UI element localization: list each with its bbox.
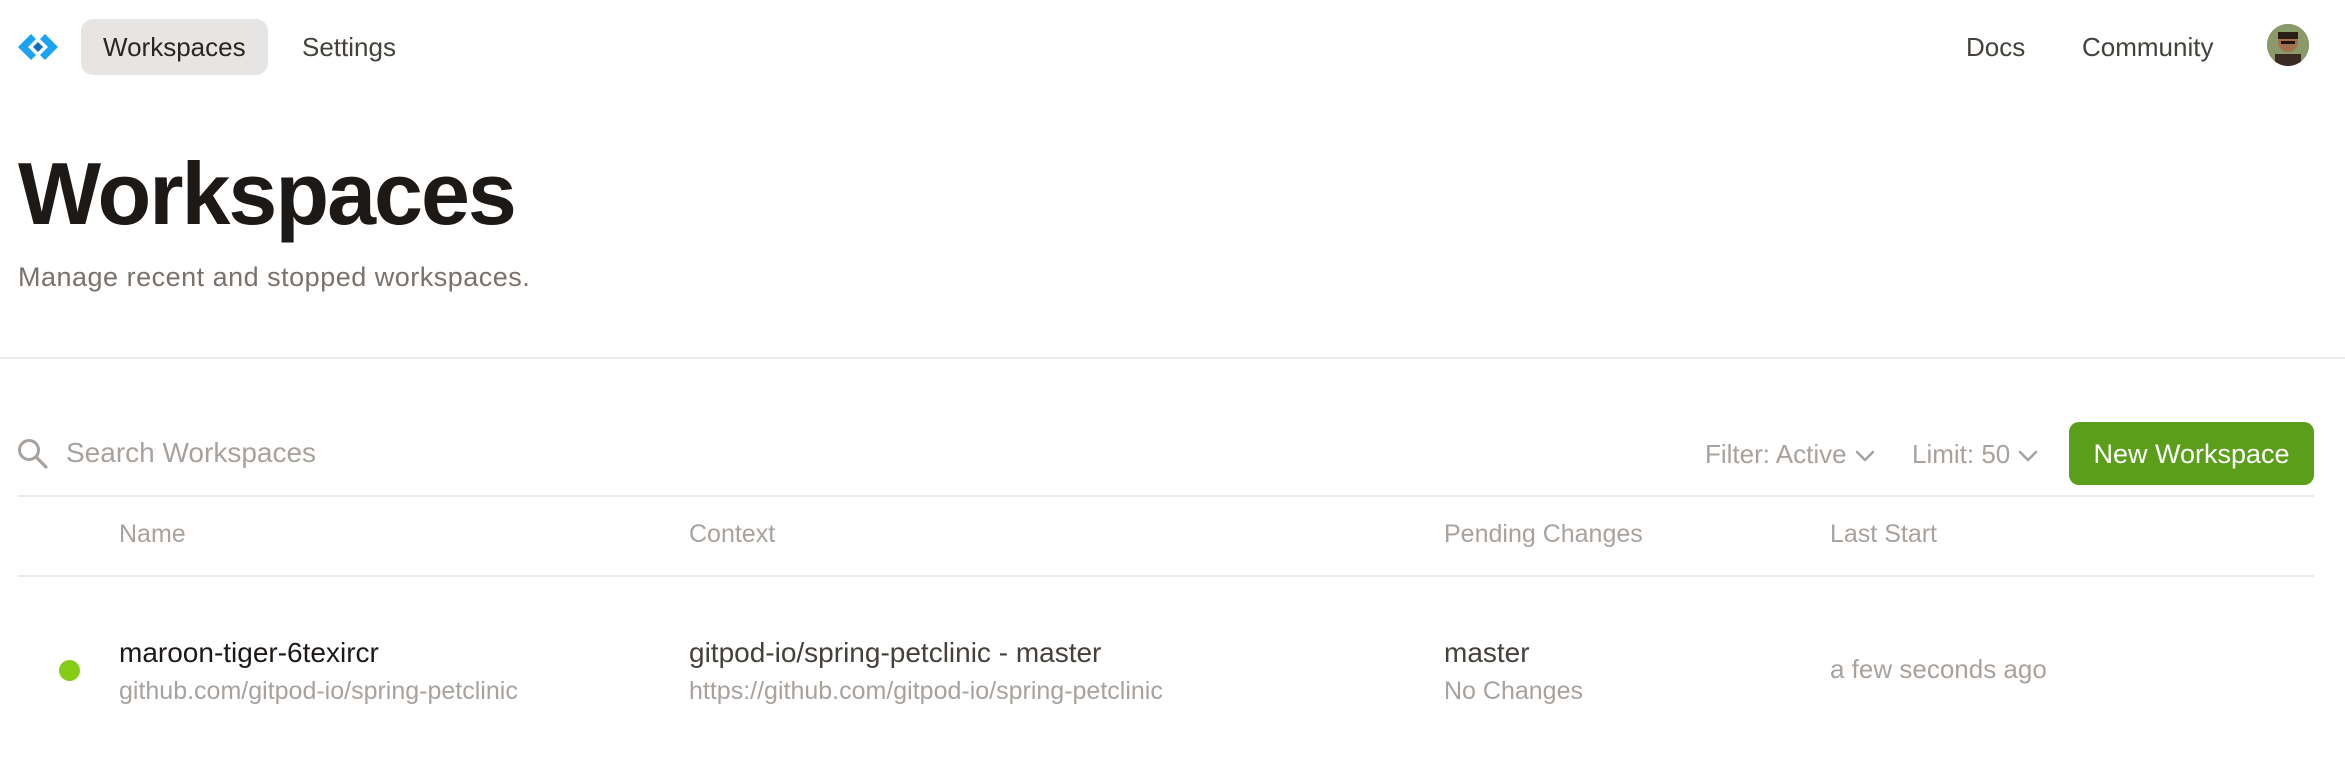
avatar[interactable] (2267, 24, 2309, 66)
page-title: Workspaces (18, 144, 517, 243)
search-input[interactable] (66, 430, 766, 476)
workspace-repo: github.com/gitpod-io/spring-petclinic (119, 677, 518, 705)
nav-workspaces[interactable]: Workspaces (81, 19, 268, 75)
column-header-pending-changes: Pending Changes (1444, 520, 1643, 548)
pending-branch: master (1444, 637, 1530, 668)
column-header-context: Context (689, 520, 776, 548)
page-subtitle: Manage recent and stopped workspaces. (18, 262, 531, 292)
limit-dropdown[interactable]: Limit: 50 (1912, 432, 2038, 476)
limit-label: Limit: 50 (1912, 439, 2011, 469)
last-start: a few seconds ago (1830, 654, 2047, 684)
table-header-rule (18, 575, 2314, 577)
filter-dropdown[interactable]: Filter: Active (1705, 432, 1875, 476)
context-title: gitpod-io/spring-petclinic - master (689, 637, 1102, 668)
workspace-name[interactable]: maroon-tiger-6texircr (119, 637, 379, 669)
chevron-down-icon (1855, 450, 1874, 462)
gitpod-logo-icon[interactable] (18, 31, 58, 63)
context-url[interactable]: https://github.com/gitpod-io/spring-petc… (689, 677, 1163, 706)
new-workspace-button[interactable]: New Workspace (2069, 422, 2314, 485)
pending-changes: No Changes (1444, 677, 1583, 705)
chevron-down-icon (2019, 450, 2038, 462)
nav-community[interactable]: Community (2060, 19, 2235, 75)
table-top-rule (18, 495, 2314, 497)
nav-settings[interactable]: Settings (280, 19, 418, 75)
filter-label: Filter: Active (1705, 439, 1847, 469)
top-navigation: Workspaces Settings Docs Community (0, 0, 2345, 94)
column-header-name: Name (119, 520, 186, 548)
column-header-last-start: Last Start (1830, 520, 1937, 548)
nav-docs[interactable]: Docs (1944, 19, 2047, 75)
status-running-indicator (59, 660, 80, 681)
header-divider (0, 357, 2345, 359)
search-icon (18, 439, 48, 469)
